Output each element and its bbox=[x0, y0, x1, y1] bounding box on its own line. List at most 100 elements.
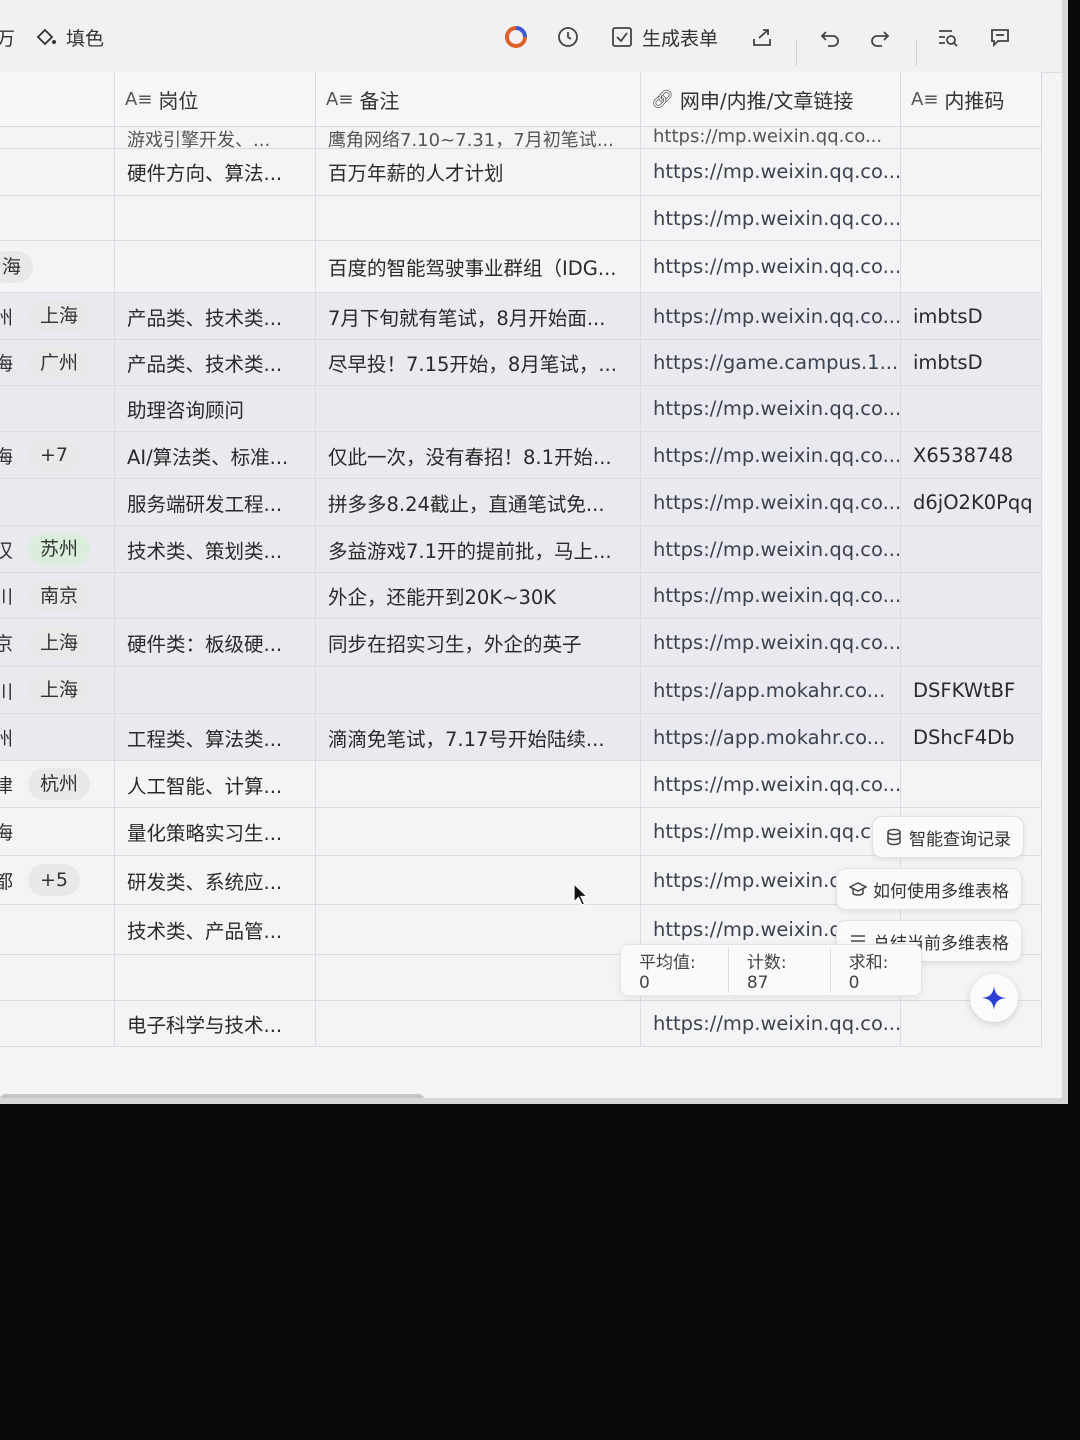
cell-city[interactable]: 汉苏州 bbox=[0, 526, 115, 572]
cell-code[interactable]: imbtsD bbox=[901, 340, 1042, 385]
table-row[interactable]: 助理咨询顾问 https://mp.weixin.qq.co... bbox=[0, 386, 1042, 432]
cell-position[interactable]: 产品类、技术类... bbox=[115, 293, 316, 339]
cell-link[interactable]: https://mp.weixin.qq.co... bbox=[641, 196, 901, 240]
column-header-remark[interactable]: A≡ 备注 bbox=[316, 72, 641, 126]
cell-link[interactable]: https://mp.weixin.qq.co... bbox=[641, 148, 901, 195]
table-row[interactable]: https://mp.weixin.qq.co... bbox=[0, 196, 1042, 241]
cell-city[interactable] bbox=[0, 386, 115, 431]
fill-color-button[interactable]: 填色 bbox=[34, 22, 104, 52]
cell-position[interactable] bbox=[115, 241, 316, 292]
cell-position[interactable]: AI/算法类、标准... bbox=[115, 432, 316, 478]
cell-position[interactable]: 研发类、系统应... bbox=[115, 856, 316, 904]
cell-position[interactable]: 工程类、算法类... bbox=[115, 714, 316, 760]
history-button[interactable] bbox=[556, 22, 588, 52]
cell-city[interactable] bbox=[0, 1001, 115, 1046]
cell-code[interactable] bbox=[901, 241, 1042, 292]
column-header-link[interactable]: 🔗︎ 网申/内推/文章链接 bbox=[641, 72, 901, 126]
table-row[interactable]: 津杭州人工智能、计算... https://mp.weixin.qq.co... bbox=[0, 761, 1042, 808]
cell-code[interactable] bbox=[901, 196, 1042, 240]
search-records-button[interactable] bbox=[936, 22, 968, 52]
cell-city[interactable] bbox=[0, 126, 115, 148]
cell-position[interactable]: 技术类、产品管... bbox=[115, 905, 316, 954]
cell-code[interactable] bbox=[901, 126, 1042, 148]
cell-remark[interactable] bbox=[316, 386, 641, 431]
cell-link[interactable]: https://mp.weixin.qq.co... bbox=[641, 293, 901, 339]
share-button[interactable] bbox=[750, 22, 782, 52]
cell-remark[interactable] bbox=[316, 955, 641, 1000]
cell-link[interactable]: https://mp.weixin.qq.co... bbox=[641, 126, 901, 148]
cell-remark[interactable]: 尽早投！7.15开始，8月笔试，... bbox=[316, 340, 641, 385]
cell-link[interactable]: https://mp.weixin.qq.co... bbox=[641, 619, 901, 666]
cell-city[interactable]: 川上海 bbox=[0, 667, 115, 713]
cell-city[interactable] bbox=[0, 148, 115, 195]
cell-position[interactable]: 服务端研发工程... bbox=[115, 479, 316, 525]
cell-code[interactable] bbox=[901, 148, 1042, 195]
cell-position[interactable]: 人工智能、计算... bbox=[115, 761, 316, 807]
cell-remark[interactable]: 鹰角网络7.10~7.31，7月初笔试... bbox=[316, 126, 641, 148]
cell-link[interactable]: https://mp.weixin.qq.co... bbox=[641, 241, 901, 292]
column-header-city[interactable] bbox=[0, 72, 115, 126]
table-row[interactable]: 汉苏州技术类、策划类...多益游戏7.1开的提前批，马上...https://m… bbox=[0, 526, 1042, 573]
cell-remark[interactable]: 多益游戏7.1开的提前批，马上... bbox=[316, 526, 641, 572]
cell-position[interactable]: 产品类、技术类... bbox=[115, 340, 316, 385]
cell-code[interactable]: imbtsD bbox=[901, 293, 1042, 339]
cell-code[interactable] bbox=[901, 619, 1042, 666]
cell-code[interactable]: DShcF4Db bbox=[901, 714, 1042, 760]
table-row[interactable]: 京上海硬件类：板级硬...同步在招实习生，外企的英子https://mp.wei… bbox=[0, 619, 1042, 667]
cell-city[interactable] bbox=[0, 196, 115, 240]
cell-code[interactable]: X6538748 bbox=[901, 432, 1042, 478]
cell-code[interactable]: d6jO2K0Pqq bbox=[901, 479, 1042, 525]
table-row[interactable]: 电子科学与技术... https://mp.weixin.qq.co... bbox=[0, 1001, 1042, 1047]
color-theme-button[interactable] bbox=[504, 22, 536, 52]
cell-remark[interactable]: 同步在招实习生，外企的英子 bbox=[316, 619, 641, 666]
table-row[interactable]: 海 +7 AI/算法类、标准...仅此一次，没有春招！8.1开始...https:/… bbox=[0, 432, 1042, 479]
cell-position[interactable]: 硬件类：板级硬... bbox=[115, 619, 316, 666]
cell-remark[interactable] bbox=[316, 808, 641, 855]
cell-link[interactable]: https://mp.weixin.qq.co... bbox=[641, 573, 901, 618]
undo-button[interactable] bbox=[818, 22, 850, 52]
cell-remark[interactable] bbox=[316, 761, 641, 807]
table-row[interactable]: 海 百度的智能驾驶事业群组（IDG... https://mp.weixin.qq.… bbox=[0, 241, 1042, 293]
cell-position[interactable]: 量化策略实习生... bbox=[115, 808, 316, 855]
cell-remark[interactable] bbox=[316, 1001, 641, 1046]
cell-link[interactable]: https://game.campus.1... bbox=[641, 340, 901, 385]
cell-remark[interactable] bbox=[316, 905, 641, 954]
column-header-position[interactable]: A≡ 岗位 bbox=[115, 72, 316, 126]
cell-city[interactable]: 川南京 bbox=[0, 573, 115, 618]
cell-position[interactable] bbox=[115, 955, 316, 1000]
cell-link[interactable]: https://mp.weixin.qq.co... bbox=[641, 386, 901, 431]
cell-position[interactable] bbox=[115, 196, 316, 240]
cell-remark[interactable]: 仅此一次，没有春招！8.1开始... bbox=[316, 432, 641, 478]
cell-remark[interactable]: 百万年薪的人才计划 bbox=[316, 148, 641, 195]
cell-position[interactable]: 游戏引擎开发、... bbox=[115, 126, 316, 148]
table-row[interactable]: 川南京 外企，还能开到20K~30Khttps://mp.weixin.qq.co… bbox=[0, 573, 1042, 619]
cell-remark[interactable]: 拼多多8.24截止，直通笔试免... bbox=[316, 479, 641, 525]
table-row[interactable]: 服务端研发工程... 拼多多8.24截止，直通笔试免... https://mp.w… bbox=[0, 479, 1042, 526]
cell-position[interactable] bbox=[115, 667, 316, 713]
cell-city[interactable]: 海 bbox=[0, 808, 115, 855]
cell-code[interactable] bbox=[901, 573, 1042, 618]
cell-remark[interactable]: 外企，还能开到20K~30K bbox=[316, 573, 641, 618]
cell-city[interactable] bbox=[0, 479, 115, 525]
comments-button[interactable] bbox=[988, 22, 1020, 52]
cell-link[interactable]: https://mp.weixin.qq.co... bbox=[641, 432, 901, 478]
cell-link[interactable]: https://mp.weixin.qq.co... bbox=[641, 479, 901, 525]
cell-remark[interactable] bbox=[316, 196, 641, 240]
cell-city[interactable] bbox=[0, 905, 115, 954]
cell-city[interactable] bbox=[0, 955, 115, 1000]
generate-form-button[interactable]: 生成表单 bbox=[610, 22, 718, 52]
cell-remark[interactable]: 百度的智能驾驶事业群组（IDG... bbox=[316, 241, 641, 292]
cell-code[interactable] bbox=[901, 526, 1042, 572]
cell-code[interactable] bbox=[901, 386, 1042, 431]
cell-link[interactable]: https://app.mokahr.co... bbox=[641, 714, 901, 760]
table-row[interactable]: 硬件方向、算法... 百万年薪的人才计划 https://mp.weixin.qq.… bbox=[0, 148, 1042, 196]
cell-position[interactable]: 电子科学与技术... bbox=[115, 1001, 316, 1046]
column-header-code[interactable]: A≡ 内推码 bbox=[901, 72, 1042, 126]
cell-city[interactable]: 海 +7 bbox=[0, 432, 115, 478]
how-to-use-button[interactable]: 如何使用多维表格 bbox=[836, 868, 1022, 910]
cell-code[interactable]: DSFKWtBF bbox=[901, 667, 1042, 713]
cell-link[interactable]: https://mp.weixin.qq.co bbox=[641, 808, 901, 855]
cell-code[interactable] bbox=[901, 761, 1042, 807]
cell-link[interactable]: https://mp.weixin.qq.co... bbox=[641, 526, 901, 572]
query-history-button[interactable]: 智能查询记录 bbox=[872, 816, 1024, 858]
